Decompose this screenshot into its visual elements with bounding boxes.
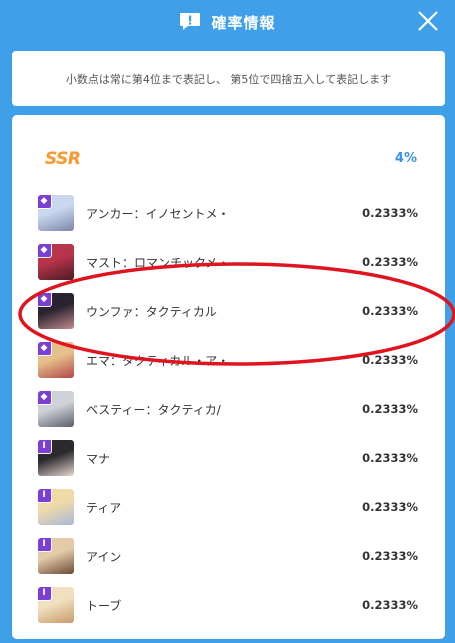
page-title: 確率情報 [211, 13, 276, 32]
close-icon[interactable] [415, 8, 441, 34]
character-avatar: ◆ [38, 244, 74, 280]
manufacturer-badge-icon: I [38, 538, 52, 552]
list-item[interactable]: ◆ アンカー：イノセントメ・ 0.2333% [12, 195, 445, 243]
character-name: マナ [86, 452, 111, 466]
list-item[interactable]: I マナ 0.2333% [12, 440, 445, 488]
manufacturer-badge-icon: I [38, 489, 52, 503]
character-name: ベスティー：タクティカ/ [86, 403, 221, 417]
header-title-wrap: 確率情報 [179, 12, 275, 33]
rarity-header: SSR 4% [12, 143, 445, 175]
character-name: ティア [86, 501, 122, 515]
character-rate: 0.2333% [362, 451, 418, 465]
manufacturer-badge-icon: I [38, 587, 52, 601]
rounding-notice: 小数点は常に第4位まで表記し、 第5位で四捨五入して表記します [12, 51, 445, 106]
list-item[interactable]: I アイン 0.2333% [12, 538, 445, 586]
character-name: トーブ [86, 599, 122, 613]
character-rate: 0.2333% [362, 206, 418, 220]
list-item[interactable]: ◆ マスト：ロマンチックメ・ 0.2333% [12, 244, 445, 292]
rarity-rate: 4% [394, 151, 417, 166]
character-rate: 0.2333% [362, 549, 418, 563]
character-rate: 0.2333% [362, 598, 418, 612]
character-avatar: ◆ [38, 342, 74, 378]
character-avatar: ◆ [38, 391, 74, 427]
character-avatar: I [38, 489, 74, 525]
character-avatar: I [38, 587, 74, 623]
list-item[interactable]: ◆ エマ：タクティカル・ア・ 0.2333% [12, 342, 445, 390]
character-name: ウンファ：タクティカル [86, 305, 217, 319]
manufacturer-badge-icon: ◆ [38, 342, 52, 356]
header-bar: 確率情報 [0, 0, 455, 44]
notice-text: 小数点は常に第4位まで表記し、 第5位で四捨五入して表記します [65, 72, 392, 86]
list-item[interactable]: ◆ ベスティー：タクティカ/0.2333% [12, 391, 445, 439]
character-name: アンカー：イノセントメ・ [86, 207, 230, 221]
probability-panel[interactable]: SSR 4% ◆ アンカー：イノセントメ・ 0.2333% ◆ マスト：ロマンチックメ・… [12, 115, 445, 639]
ssr-rarity-label: SSR [45, 149, 81, 169]
list-item[interactable]: I ティア 0.2333% [12, 489, 445, 537]
character-avatar: I [38, 440, 74, 476]
character-rate: 0.2333% [362, 304, 418, 318]
character-rate: 0.2333% [362, 255, 418, 269]
manufacturer-badge-icon: ◆ [38, 391, 52, 405]
character-rate: 0.2333% [362, 500, 418, 514]
character-name: アイン [86, 550, 122, 564]
manufacturer-badge-icon: ◆ [38, 293, 52, 307]
manufacturer-badge-icon: ◆ [38, 195, 52, 209]
character-rate: 0.2333% [362, 353, 418, 367]
character-rate: 0.2333% [362, 402, 418, 416]
character-name: エマ：タクティカル・ア・ [86, 354, 230, 368]
character-avatar: ◆ [38, 293, 74, 329]
list-item[interactable]: ◆ ウンファ：タクティカル 0.2333% [12, 293, 445, 341]
list-item[interactable]: I トーブ 0.2333% [12, 587, 445, 635]
character-avatar: I [38, 538, 74, 574]
character-avatar: ◆ [38, 195, 74, 231]
manufacturer-badge-icon: ◆ [38, 244, 52, 258]
manufacturer-badge-icon: I [38, 440, 52, 454]
chat-exclamation-icon [180, 13, 201, 30]
character-name: マスト：ロマンチックメ・ [86, 256, 230, 270]
